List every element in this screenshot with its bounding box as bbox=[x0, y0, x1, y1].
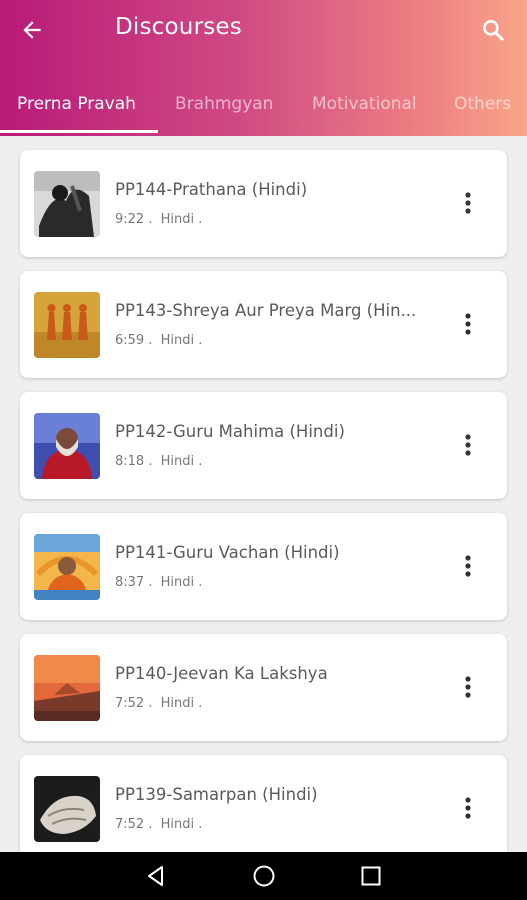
more-vert-icon bbox=[465, 192, 471, 214]
item-duration: 8:37 . bbox=[115, 575, 153, 590]
discourse-list[interactable]: PP144-Prathana (Hindi) 9:22 . Hindi . PP… bbox=[0, 136, 527, 852]
more-options-button[interactable] bbox=[453, 551, 483, 581]
back-button[interactable] bbox=[12, 10, 52, 50]
item-language: Hindi . bbox=[160, 454, 203, 469]
item-title: PP142-Guru Mahima (Hindi) bbox=[115, 422, 345, 441]
more-vert-icon bbox=[465, 676, 471, 698]
item-title: PP139-Samarpan (Hindi) bbox=[115, 785, 318, 804]
page-title: Discourses bbox=[115, 14, 242, 40]
more-options-button[interactable] bbox=[453, 430, 483, 460]
item-title: PP141-Guru Vachan (Hindi) bbox=[115, 543, 340, 562]
list-item[interactable]: PP144-Prathana (Hindi) 9:22 . Hindi . bbox=[20, 150, 507, 257]
system-nav-bar bbox=[0, 852, 527, 900]
thumbnail-image bbox=[34, 655, 100, 721]
more-vert-icon bbox=[465, 555, 471, 577]
tab-motivational[interactable]: Motivational bbox=[312, 94, 417, 114]
item-duration: 7:52 . bbox=[115, 696, 153, 711]
thumbnail-image bbox=[34, 776, 100, 842]
item-title: PP140-Jeevan Ka Lakshya bbox=[115, 664, 328, 683]
list-item[interactable]: PP140-Jeevan Ka Lakshya 7:52 . Hindi . bbox=[20, 634, 507, 741]
item-language: Hindi . bbox=[160, 575, 203, 590]
app-header: Discourses Prerna Pravah Brahmgyan Motiv… bbox=[0, 0, 527, 136]
item-language: Hindi . bbox=[160, 696, 203, 711]
item-title: PP144-Prathana (Hindi) bbox=[115, 180, 308, 199]
more-options-button[interactable] bbox=[453, 188, 483, 218]
item-meta: 8:37 . Hindi . bbox=[115, 575, 206, 590]
item-meta: 9:22 . Hindi . bbox=[115, 212, 206, 227]
item-meta: 8:18 . Hindi . bbox=[115, 454, 206, 469]
list-item[interactable]: PP142-Guru Mahima (Hindi) 8:18 . Hindi . bbox=[20, 392, 507, 499]
thumbnail-image bbox=[34, 413, 100, 479]
item-language: Hindi . bbox=[160, 212, 203, 227]
item-duration: 6:59 . bbox=[115, 333, 153, 348]
arrow-left-icon bbox=[23, 21, 41, 39]
item-meta: 7:52 . Hindi . bbox=[115, 696, 206, 711]
search-button[interactable] bbox=[473, 10, 513, 50]
list-item[interactable]: PP141-Guru Vachan (Hindi) 8:37 . Hindi . bbox=[20, 513, 507, 620]
search-icon bbox=[483, 20, 504, 41]
nav-recents-square-icon bbox=[361, 866, 381, 886]
more-options-button[interactable] bbox=[453, 309, 483, 339]
more-options-button[interactable] bbox=[453, 793, 483, 823]
item-language: Hindi . bbox=[160, 817, 203, 832]
tab-bar: Prerna Pravah Brahmgyan Motivational Oth… bbox=[0, 86, 527, 136]
nav-back-triangle-icon bbox=[148, 866, 163, 886]
nav-back-button[interactable] bbox=[140, 860, 172, 892]
active-tab-indicator bbox=[0, 130, 158, 133]
more-vert-icon bbox=[465, 434, 471, 456]
item-duration: 9:22 . bbox=[115, 212, 153, 227]
item-title: PP143-Shreya Aur Preya Marg (Hin... bbox=[115, 301, 417, 320]
item-language: Hindi . bbox=[160, 333, 203, 348]
more-options-button[interactable] bbox=[453, 672, 483, 702]
list-item[interactable]: PP143-Shreya Aur Preya Marg (Hin... 6:59… bbox=[20, 271, 507, 378]
item-meta: 6:59 . Hindi . bbox=[115, 333, 206, 348]
tab-prerna-pravah[interactable]: Prerna Pravah bbox=[17, 94, 136, 114]
tab-brahmgyan[interactable]: Brahmgyan bbox=[175, 94, 273, 114]
nav-home-button[interactable] bbox=[248, 860, 280, 892]
thumbnail-image bbox=[34, 534, 100, 600]
list-item[interactable]: PP139-Samarpan (Hindi) 7:52 . Hindi . bbox=[20, 755, 507, 852]
item-duration: 8:18 . bbox=[115, 454, 153, 469]
thumbnail-image bbox=[34, 171, 100, 237]
item-meta: 7:52 . Hindi . bbox=[115, 817, 206, 832]
more-vert-icon bbox=[465, 797, 471, 819]
tab-others[interactable]: Others bbox=[454, 94, 511, 114]
thumbnail-image bbox=[34, 292, 100, 358]
nav-home-circle-icon bbox=[253, 865, 275, 887]
nav-recents-button[interactable] bbox=[355, 860, 387, 892]
item-duration: 7:52 . bbox=[115, 817, 153, 832]
more-vert-icon bbox=[465, 313, 471, 335]
